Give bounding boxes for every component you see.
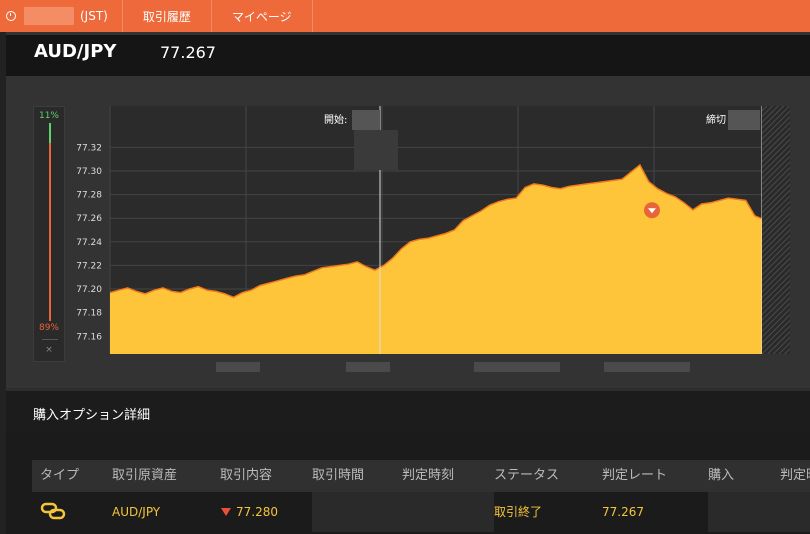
timeline-block	[474, 362, 560, 372]
y-tick-label: 77.32	[76, 143, 102, 153]
payout-ratio-bar: 11% 89% ×	[33, 106, 65, 362]
rate-cell: 77.267	[602, 505, 644, 519]
col-status: ステータス	[494, 468, 560, 483]
purchase-table: タイプ 取引原資産 取引内容 取引時間 判定時刻 ステータス 判定レート 購入 …	[6, 432, 810, 534]
entry-marker-icon	[644, 202, 660, 219]
purchase-detail-title: 購入オプション詳細	[33, 408, 151, 423]
nav-my-page[interactable]: マイページ	[212, 0, 313, 32]
y-tick-label: 77.22	[76, 261, 102, 271]
nav-trade-history[interactable]: 取引履歴	[123, 0, 212, 32]
clock-segment: (JST)	[0, 0, 123, 32]
redacted-judge-time	[402, 492, 494, 532]
currency-pair: AUD/JPY	[34, 41, 117, 62]
end-label: 締切	[706, 113, 726, 126]
timeline-block	[604, 362, 690, 372]
timeline-block	[216, 362, 260, 372]
closed-zone	[762, 106, 790, 354]
content-cell: 77.280	[220, 492, 312, 532]
redacted-box	[354, 130, 398, 170]
redacted-purchase	[708, 492, 780, 532]
y-tick-label: 77.24	[76, 238, 102, 248]
low-ratio: 89%	[38, 323, 59, 333]
y-tick-label: 77.18	[76, 309, 102, 319]
close-icon[interactable]: ×	[34, 345, 64, 355]
col-asset: 取引原資産	[112, 468, 178, 483]
col-content: 取引内容	[220, 468, 273, 483]
col-judge: 判定時	[780, 468, 810, 483]
redacted-time	[24, 7, 74, 25]
redacted-judge	[780, 492, 810, 532]
col-judge-time: 判定時刻	[402, 468, 455, 483]
col-type: タイプ	[40, 468, 80, 483]
timezone-label: (JST)	[80, 9, 108, 23]
y-axis-ticks: 77.32 77.30 77.28 77.26 77.24 77.22 77.20 77.18…	[76, 143, 102, 342]
col-judge-rate: 判定レート	[602, 468, 668, 483]
clock-icon	[6, 11, 16, 21]
down-arrow-icon	[221, 508, 231, 516]
y-tick-label: 77.28	[76, 191, 102, 201]
table-header: タイプ 取引原資産 取引内容 取引時間 判定時刻 ステータス 判定レート 購入 …	[32, 460, 810, 492]
y-tick-label: 77.16	[76, 332, 102, 342]
y-tick-label: 77.30	[76, 167, 102, 177]
status-cell: 取引終了	[494, 505, 543, 519]
high-ratio: 11%	[38, 111, 59, 121]
high-ratio-bar	[49, 123, 51, 143]
table-row[interactable]: AUD/JPY 77.280 取引終了 77.267	[32, 492, 810, 532]
start-label: 開始:	[324, 113, 347, 126]
redacted-start	[352, 110, 380, 130]
top-nav-bar: (JST) 取引履歴 マイページ	[0, 0, 810, 32]
timeline-block	[346, 362, 390, 372]
col-purchase: 購入	[708, 468, 735, 483]
low-ratio-bar	[49, 143, 51, 321]
type-cell	[32, 492, 112, 532]
redacted-end	[728, 110, 760, 130]
link-icon	[40, 502, 66, 520]
redacted-trade-time	[312, 492, 402, 532]
purchase-detail-bar: 購入オプション詳細	[6, 388, 810, 432]
content-value: 77.280	[236, 505, 278, 519]
price-chart: 開始: 締切 77.3277.3077.2877.2677.2477.2277.…	[76, 106, 790, 354]
y-tick-label: 77.26	[76, 214, 102, 224]
current-price: 77.267	[160, 43, 216, 62]
y-tick-label: 77.20	[76, 285, 102, 295]
asset-header: AUD/JPY 77.267	[6, 32, 810, 76]
asset-cell: AUD/JPY	[112, 505, 161, 519]
divider	[42, 339, 58, 340]
col-trade-time: 取引時間	[312, 468, 365, 483]
